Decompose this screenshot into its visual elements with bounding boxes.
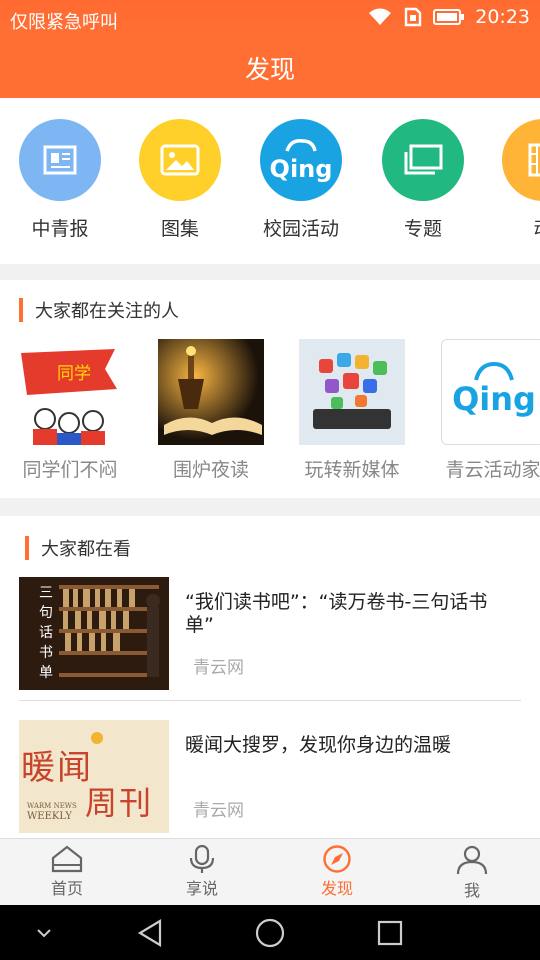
person-label: 玩转新媒体 [304, 459, 400, 481]
microphone-icon [189, 845, 215, 873]
article-title: 暖闻大搜罗，发现你身边的温暖 [185, 734, 452, 756]
thumbnail-caption-en: WARM NEWS [27, 802, 77, 810]
category-gallery[interactable]: 图集 [130, 119, 230, 241]
battery-icon [433, 8, 465, 26]
person-new-media[interactable]: 玩转新媒体 [297, 339, 407, 482]
wifi-icon [367, 7, 393, 27]
chevron-down-icon[interactable] [24, 905, 64, 960]
article-source: 青云网 [193, 801, 244, 821]
thumbnail-caption-en: WEEKLY [27, 811, 72, 822]
tab-label: 发现 [320, 879, 353, 898]
tab-discover[interactable]: 发现 [287, 845, 387, 899]
flag-text: 同学 [57, 364, 91, 384]
home-circle-icon[interactable] [248, 905, 292, 960]
section-accent-bar [25, 536, 29, 560]
qing-logo-text: Qing [452, 380, 536, 418]
status-time: 20:23 [475, 6, 530, 28]
watch-section: 大家都在看 三 句 话 书 单 “我们读书吧”：“读万卷书-三句话书单” 青云网… [0, 516, 540, 838]
tab-label: 我 [463, 881, 480, 900]
category-row: 中青报 图集 Qing 校园活动 专题 动 [0, 98, 540, 264]
category-label: 校园活动 [262, 218, 339, 240]
svg-text:Qing: Qing [270, 155, 333, 183]
carrier-text: 仅限紧急呼叫 [10, 12, 118, 33]
thumbnail-subtitle: 周刊 [85, 784, 154, 822]
avatar [158, 339, 264, 445]
page-title: 发现 [244, 55, 295, 84]
compass-icon [323, 845, 351, 873]
thumbnail-caption: 三 句 话 书 单 [39, 585, 53, 681]
person-night-reading[interactable]: 围炉夜读 [156, 339, 266, 482]
person-icon [456, 845, 488, 875]
follow-section: 大家都在关注的人 同学 同学们不闷 围炉夜读 玩转新媒体 Qing 青云活动家 [0, 280, 540, 498]
home-icon [51, 845, 83, 873]
category-label: 中青报 [31, 218, 89, 240]
person-tongxue[interactable]: 同学 同学们不闷 [15, 339, 125, 482]
person-label: 青云活动家 [445, 459, 540, 481]
film-icon [502, 119, 540, 201]
category-dynamic[interactable]: 动 [493, 119, 540, 241]
person-label: 同学们不闷 [22, 459, 118, 481]
status-icons: 20:23 [367, 6, 530, 28]
avatar: Qing [441, 339, 540, 445]
category-label: 专题 [403, 218, 442, 240]
bottom-tab-bar: 首页 享说 发现 我 [0, 838, 540, 905]
avatar: 同学 [17, 339, 123, 445]
person-qingyun-events[interactable]: Qing 青云活动家 [438, 339, 540, 482]
category-label: 动 [493, 214, 540, 241]
stack-icon [382, 119, 464, 201]
tab-label: 首页 [50, 879, 83, 898]
section-title: 大家都在看 [25, 535, 131, 561]
system-nav-bar [0, 905, 540, 960]
divider [19, 700, 521, 701]
article-thumbnail: 三 句 话 书 单 [19, 577, 169, 690]
sim-icon [403, 6, 423, 28]
tab-me[interactable]: 我 [422, 845, 522, 901]
article-title: “我们读书吧”：“读万卷书-三句话书单” [185, 591, 488, 636]
qing-logo-icon: Qing [260, 119, 342, 201]
app-header: 发现 [0, 38, 540, 98]
thumbnail-title: 暖闻 [21, 748, 93, 788]
recents-square-icon[interactable] [368, 905, 412, 960]
newspaper-icon [19, 119, 101, 201]
tab-share[interactable]: 享说 [152, 845, 252, 899]
category-topics[interactable]: 专题 [373, 119, 473, 241]
category-campus-events[interactable]: Qing 校园活动 [251, 119, 351, 241]
section-accent-bar [19, 298, 23, 322]
article-item[interactable]: 暖闻 周刊 WARM NEWS WEEKLY 暖闻大搜罗，发现你身边的温暖 青云… [0, 720, 540, 838]
person-label: 围炉夜读 [172, 459, 249, 481]
article-thumbnail: 暖闻 周刊 WARM NEWS WEEKLY [19, 720, 169, 833]
article-source: 青云网 [193, 658, 244, 678]
picture-icon [139, 119, 221, 201]
tab-home[interactable]: 首页 [17, 845, 117, 899]
category-label: 图集 [160, 218, 199, 240]
avatar [299, 339, 405, 445]
back-triangle-icon[interactable] [128, 905, 172, 960]
tab-label: 享说 [185, 879, 218, 898]
section-title: 大家都在关注的人 [19, 297, 179, 323]
section-title-text: 大家都在关注的人 [35, 301, 179, 322]
article-item[interactable]: 三 句 话 书 单 “我们读书吧”：“读万卷书-三句话书单” 青云网 [0, 577, 540, 707]
section-title-text: 大家都在看 [41, 539, 131, 560]
category-zhongqingbao[interactable]: 中青报 [10, 119, 110, 241]
status-bar: 仅限紧急呼叫 20:23 [0, 0, 540, 38]
